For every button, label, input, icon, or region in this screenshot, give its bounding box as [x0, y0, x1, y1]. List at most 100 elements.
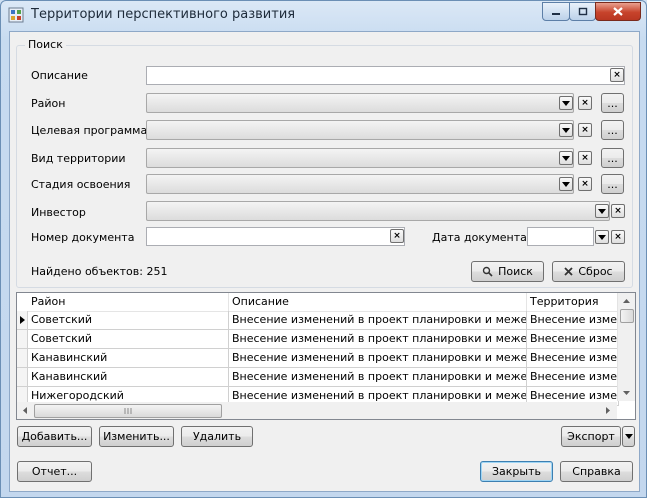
stage-label: Стадия освоения	[31, 178, 131, 191]
doc-date-input[interactable]	[527, 227, 594, 246]
table-cell[interactable]: Внесение изменений в проект планировки и…	[229, 368, 527, 387]
table-row[interactable]: Канавинский Внесение изменений в проект …	[17, 368, 619, 387]
table-row[interactable]: Канавинский Внесение изменений в проект …	[17, 349, 619, 368]
row-selector[interactable]	[17, 368, 28, 387]
description-clear-button[interactable]: ×	[610, 68, 624, 82]
reset-button[interactable]: Сброс	[552, 261, 625, 282]
column-header-territory[interactable]: Территория	[527, 293, 619, 311]
stage-combo[interactable]	[146, 174, 574, 194]
doc-date-dropdown-button[interactable]	[595, 230, 609, 244]
title-bar[interactable]: Территории перспективного развития	[1, 1, 646, 31]
target-program-dropdown-button[interactable]	[559, 123, 573, 137]
column-header-district[interactable]: Район	[28, 293, 229, 311]
district-combo[interactable]	[146, 93, 574, 113]
close-button[interactable]: Закрыть	[480, 461, 553, 482]
stage-dropdown-button[interactable]	[559, 177, 573, 191]
grip-icon	[124, 408, 132, 414]
chevron-down-icon	[562, 100, 570, 106]
scroll-down-icon[interactable]	[618, 385, 635, 401]
export-dropdown-button[interactable]	[622, 426, 635, 447]
doc-number-input[interactable]: ×	[146, 227, 405, 246]
description-label: Описание	[31, 69, 88, 82]
investor-combo[interactable]	[146, 201, 610, 221]
add-button[interactable]: Добавить...	[17, 426, 92, 447]
minimize-icon	[552, 12, 560, 15]
territory-type-clear-button[interactable]: ×	[578, 151, 592, 165]
maximize-button[interactable]	[569, 2, 596, 21]
chevron-down-icon	[624, 434, 633, 439]
investor-dropdown-button[interactable]	[595, 204, 609, 218]
row-selector[interactable]	[17, 311, 28, 330]
close-icon	[613, 7, 623, 16]
report-button[interactable]: Отчет...	[17, 461, 92, 482]
doc-date-clear-button[interactable]: ×	[611, 230, 625, 244]
table-cell[interactable]: Внесение изменен	[527, 330, 619, 349]
found-count: Найдено объектов: 251	[31, 265, 168, 278]
table-cell[interactable]: Внесение изменен	[527, 311, 619, 330]
territory-type-label: Вид территории	[31, 152, 126, 165]
vertical-scroll-thumb[interactable]	[620, 309, 634, 323]
table-row[interactable]: Советский Внесение изменений в проект пл…	[17, 311, 619, 330]
search-button[interactable]: Поиск	[471, 261, 544, 282]
table-cell[interactable]: Внесение изменений в проект планировки и…	[229, 330, 527, 349]
search-group: Поиск Описание × Район × ... Целевая про…	[16, 38, 633, 288]
results-grid[interactable]: Район Описание Территория Советский Внес…	[16, 292, 636, 420]
chevron-down-icon	[598, 208, 606, 214]
row-selector[interactable]	[17, 349, 28, 368]
close-window-button[interactable]	[595, 2, 641, 21]
scroll-up-icon[interactable]	[618, 293, 635, 309]
investor-label: Инвестор	[31, 206, 86, 219]
doc-number-clear-button[interactable]: ×	[390, 229, 404, 243]
chevron-down-icon	[598, 234, 606, 240]
column-header-description[interactable]: Описание	[229, 293, 527, 311]
territory-type-dropdown-button[interactable]	[559, 151, 573, 165]
target-program-combo[interactable]	[146, 120, 574, 140]
chevron-down-icon	[562, 155, 570, 161]
vertical-scrollbar[interactable]	[617, 293, 635, 401]
maximize-icon	[578, 7, 587, 16]
horizontal-scroll-thumb[interactable]	[34, 404, 222, 418]
district-label: Район	[31, 97, 66, 110]
target-program-browse-button[interactable]: ...	[601, 120, 624, 140]
scroll-left-icon[interactable]	[17, 402, 33, 419]
target-program-clear-button[interactable]: ×	[578, 123, 592, 137]
window: Территории перспективного развития Поиск…	[0, 0, 647, 498]
stage-clear-button[interactable]: ×	[578, 177, 592, 191]
window-title: Территории перспективного развития	[31, 7, 296, 22]
table-cell[interactable]: Внесение изменений в проект планировки и…	[229, 311, 527, 330]
help-button[interactable]: Справка	[560, 461, 633, 482]
table-cell[interactable]: Внесение изменений в проект планировки и…	[229, 349, 527, 368]
table-cell[interactable]: Внесение изменен	[527, 349, 619, 368]
export-button[interactable]: Экспорт	[561, 426, 621, 447]
table-cell[interactable]: Советский	[28, 311, 229, 330]
row-selector[interactable]	[17, 330, 28, 349]
chevron-down-icon	[562, 127, 570, 133]
target-program-label: Целевая программа	[31, 124, 148, 137]
scroll-right-icon[interactable]	[600, 402, 616, 419]
district-clear-button[interactable]: ×	[578, 96, 592, 110]
edit-button[interactable]: Изменить...	[99, 426, 174, 447]
investor-clear-button[interactable]: ×	[611, 204, 625, 218]
table-cell[interactable]: Канавинский	[28, 349, 229, 368]
territory-type-combo[interactable]	[146, 148, 574, 168]
current-row-arrow-icon	[20, 316, 25, 324]
minimize-button[interactable]	[542, 2, 570, 21]
app-icon	[8, 7, 24, 23]
district-dropdown-button[interactable]	[559, 96, 573, 110]
search-group-title: Поиск	[25, 38, 66, 51]
description-input[interactable]: ×	[146, 66, 625, 85]
territory-type-browse-button[interactable]: ...	[601, 148, 624, 168]
doc-number-label: Номер документа	[31, 231, 135, 244]
table-cell[interactable]: Канавинский	[28, 368, 229, 387]
grid-header: Район Описание Территория	[17, 293, 619, 312]
search-icon	[482, 266, 493, 277]
table-row[interactable]: Советский Внесение изменений в проект пл…	[17, 330, 619, 349]
district-browse-button[interactable]: ...	[601, 93, 624, 113]
table-cell[interactable]: Внесение изменен	[527, 368, 619, 387]
delete-button[interactable]: Удалить	[181, 426, 253, 447]
stage-browse-button[interactable]: ...	[601, 174, 624, 194]
close-icon	[564, 267, 574, 276]
table-cell[interactable]: Советский	[28, 330, 229, 349]
doc-date-label: Дата документа	[432, 231, 527, 244]
horizontal-scrollbar[interactable]	[17, 402, 617, 419]
